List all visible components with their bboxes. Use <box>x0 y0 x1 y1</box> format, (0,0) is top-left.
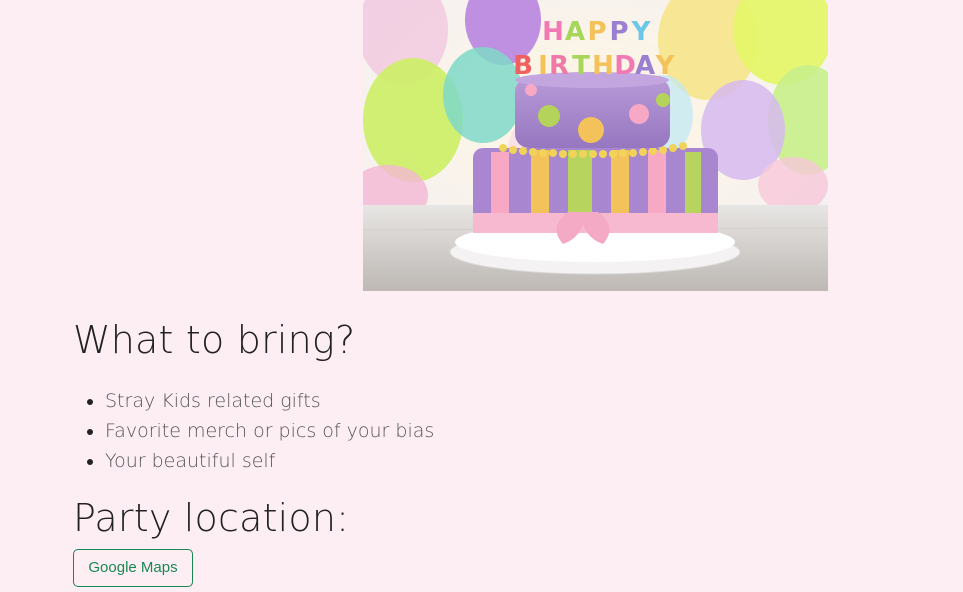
svg-text:A: A <box>635 51 655 81</box>
svg-text:I: I <box>538 51 548 81</box>
svg-text:D: D <box>614 51 636 81</box>
svg-text:P: P <box>587 17 606 47</box>
svg-text:T: T <box>572 51 590 81</box>
google-maps-button[interactable]: Google Maps <box>73 549 193 587</box>
birthday-cake-illustration: H A P P Y B I R T H D A Y <box>363 0 828 291</box>
svg-text:Y: Y <box>655 51 676 81</box>
svg-text:H: H <box>542 17 564 47</box>
page: H A P P Y B I R T H D A Y What to bring?… <box>0 0 963 592</box>
bring-list-item: Your beautiful self <box>105 446 434 476</box>
svg-text:H: H <box>592 51 614 81</box>
svg-text:P: P <box>609 17 628 47</box>
svg-text:A: A <box>565 17 585 47</box>
svg-text:Y: Y <box>631 17 652 47</box>
bring-list-item: Favorite merch or pics of your bias <box>105 416 434 446</box>
bring-list-item: Stray Kids related gifts <box>105 386 434 416</box>
what-to-bring-heading: What to bring? <box>73 318 356 362</box>
svg-text:B: B <box>513 51 533 81</box>
bring-list: Stray Kids related gifts Favorite merch … <box>73 386 434 476</box>
birthday-cake-image: H A P P Y B I R T H D A Y <box>363 0 828 291</box>
svg-text:R: R <box>549 51 569 81</box>
party-location-heading: Party location: <box>73 496 350 540</box>
